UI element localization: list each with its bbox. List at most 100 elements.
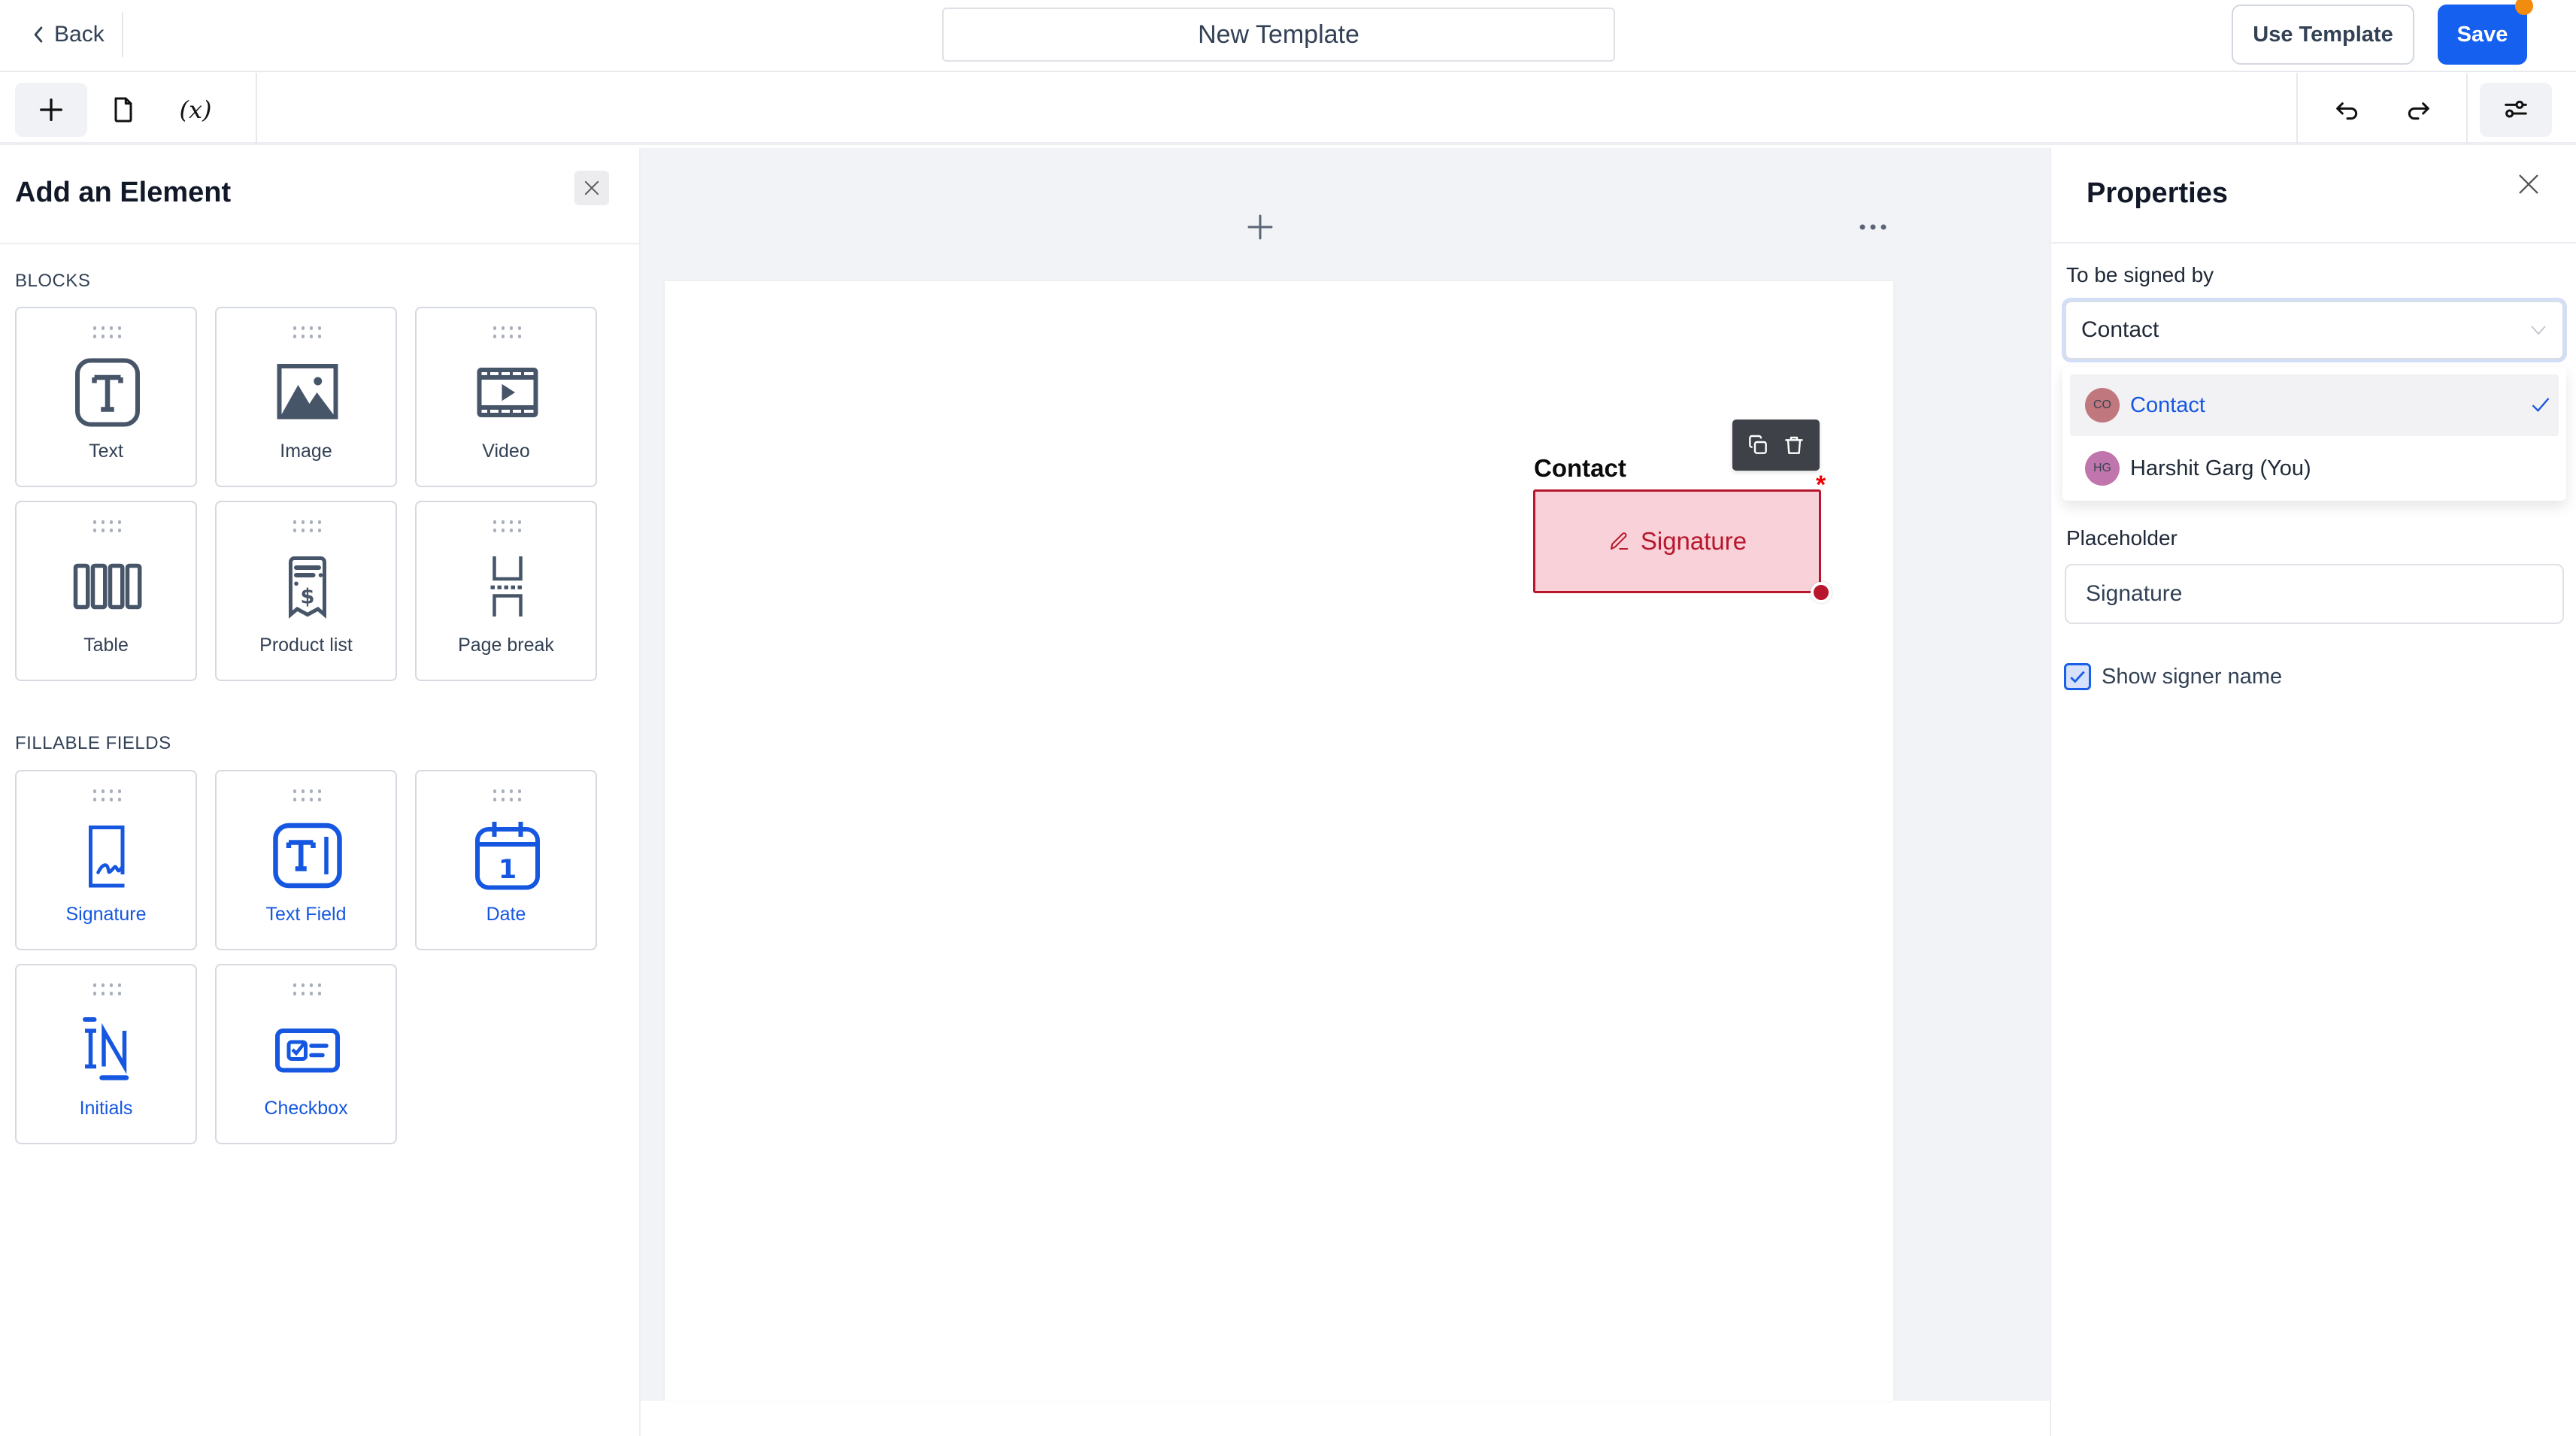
- back-button[interactable]: Back: [30, 18, 105, 51]
- signer-option-contact[interactable]: CO Contact: [2070, 374, 2559, 436]
- close-icon[interactable]: [2516, 171, 2541, 197]
- drag-handle-icon: [92, 326, 123, 340]
- document-settings-button[interactable]: [87, 83, 159, 137]
- drag-handle-icon: [292, 789, 323, 803]
- properties-toggle-button[interactable]: [2480, 83, 2552, 137]
- section-label-fillable-fields: FILLABLE FIELDS: [15, 733, 171, 753]
- text-field-icon: [273, 823, 342, 889]
- element-label: Page break: [458, 635, 554, 656]
- unsaved-changes-indicator: [2515, 0, 2533, 15]
- signature-signer-label: Contact: [1534, 454, 1626, 482]
- drag-handle-icon: [292, 520, 323, 534]
- element-card-image[interactable]: Image: [215, 307, 397, 487]
- element-label: Product list: [259, 635, 353, 656]
- template-title-input[interactable]: [942, 8, 1615, 62]
- element-card-text[interactable]: Text: [15, 307, 197, 487]
- document-page[interactable]: [665, 281, 1893, 1401]
- redo-button[interactable]: [2382, 83, 2454, 137]
- option-label: Harshit Garg (You): [2130, 456, 2311, 480]
- drag-handle-icon: [492, 326, 523, 340]
- more-options-icon[interactable]: [1856, 218, 1890, 236]
- show-signer-name-checkbox[interactable]: [2064, 663, 2091, 690]
- toolbar-divider: [2466, 73, 2468, 145]
- element-label: Video: [482, 441, 530, 462]
- add-section-plus-icon[interactable]: [1245, 212, 1275, 242]
- add-element-button[interactable]: [15, 83, 87, 137]
- element-label: Signature: [65, 904, 147, 925]
- element-card-date[interactable]: 1 Date: [415, 770, 597, 950]
- resize-handle[interactable]: [1811, 582, 1832, 603]
- chevron-down-icon: [2531, 326, 2546, 335]
- check-icon: [2070, 671, 2085, 683]
- close-panel-button[interactable]: [574, 171, 609, 205]
- canvas-footer: [641, 1401, 2050, 1436]
- element-card-video[interactable]: Video: [415, 307, 597, 487]
- plus-icon: [40, 98, 63, 121]
- redo-icon: [2408, 102, 2429, 120]
- header-bar: Back Use Template Save: [0, 0, 2576, 72]
- settings-sliders-icon: [2505, 100, 2527, 118]
- element-card-product-list[interactable]: $ Product list: [215, 501, 397, 681]
- check-icon: [2532, 398, 2550, 412]
- duplicate-field-button[interactable]: [1744, 432, 1771, 459]
- initials-icon: [83, 1017, 129, 1080]
- properties-title: Properties: [2087, 177, 2228, 209]
- element-label: Image: [280, 441, 332, 462]
- signature-field[interactable]: Signature: [1533, 489, 1821, 593]
- element-label: Initials: [79, 1098, 133, 1119]
- toolbar-divider: [256, 73, 257, 145]
- drag-handle-icon: [92, 983, 123, 997]
- drag-handle-icon: [492, 520, 523, 534]
- element-label: Date: [486, 904, 526, 925]
- show-signer-name-row[interactable]: Show signer name: [2064, 663, 2282, 690]
- element-label: Text Field: [265, 904, 347, 925]
- element-card-initials[interactable]: Initials: [15, 964, 197, 1144]
- placeholder-input[interactable]: [2065, 564, 2564, 624]
- undo-icon: [2336, 102, 2358, 120]
- signer-dropdown-menu: CO Contact HG Harshit Garg (You): [2062, 367, 2566, 501]
- element-label: Table: [83, 635, 129, 656]
- element-label: Text: [89, 441, 123, 462]
- add-element-panel: Add an Element BLOCKS Text Image Video T…: [0, 148, 641, 1436]
- toolbar-divider: [2296, 73, 2298, 145]
- undo-button[interactable]: [2311, 83, 2384, 137]
- drag-handle-icon: [92, 789, 123, 803]
- delete-field-button[interactable]: [1780, 432, 1808, 459]
- panel-divider: [2051, 242, 2576, 244]
- panel-title: Add an Element: [15, 177, 232, 208]
- field-actions-toolbar: [1732, 420, 1820, 471]
- element-card-text-field[interactable]: Text Field: [215, 770, 397, 950]
- drag-handle-icon: [292, 326, 323, 340]
- svg-text:$: $: [300, 585, 314, 609]
- avatar: CO: [2085, 388, 2120, 423]
- option-label: Contact: [2130, 392, 2205, 417]
- required-asterisk: *: [1816, 471, 1826, 499]
- signed-by-value: Contact: [2081, 317, 2159, 342]
- header-divider: [122, 12, 123, 57]
- editor-toolbar: (x): [0, 73, 2576, 145]
- document-icon: [114, 97, 132, 123]
- use-template-button[interactable]: Use Template: [2232, 5, 2414, 65]
- element-card-signature[interactable]: Signature: [15, 770, 197, 950]
- signature-placeholder-text: Signature: [1640, 527, 1747, 555]
- element-card-checkbox[interactable]: Checkbox: [215, 964, 397, 1144]
- element-card-page-break[interactable]: Page break: [415, 501, 597, 681]
- page-break-icon: [490, 556, 525, 617]
- placeholder-label: Placeholder: [2066, 526, 2177, 550]
- table-icon: [73, 563, 142, 610]
- back-label: Back: [54, 22, 105, 47]
- panel-divider: [0, 243, 641, 244]
- drag-handle-icon: [492, 789, 523, 803]
- signed-by-select[interactable]: Contact: [2065, 301, 2564, 359]
- signed-by-label: To be signed by: [2066, 263, 2214, 286]
- svg-text:1: 1: [499, 855, 517, 885]
- element-card-table[interactable]: Table: [15, 501, 197, 681]
- signer-option-harshit-garg[interactable]: HG Harshit Garg (You): [2070, 438, 2559, 499]
- close-icon: [584, 180, 599, 195]
- variables-button[interactable]: (x): [159, 83, 232, 137]
- drag-handle-icon: [92, 520, 123, 534]
- save-button[interactable]: Save: [2438, 5, 2527, 65]
- show-signer-name-label: Show signer name: [2102, 664, 2283, 689]
- chevron-left-icon: [34, 26, 43, 43]
- drag-handle-icon: [292, 983, 323, 997]
